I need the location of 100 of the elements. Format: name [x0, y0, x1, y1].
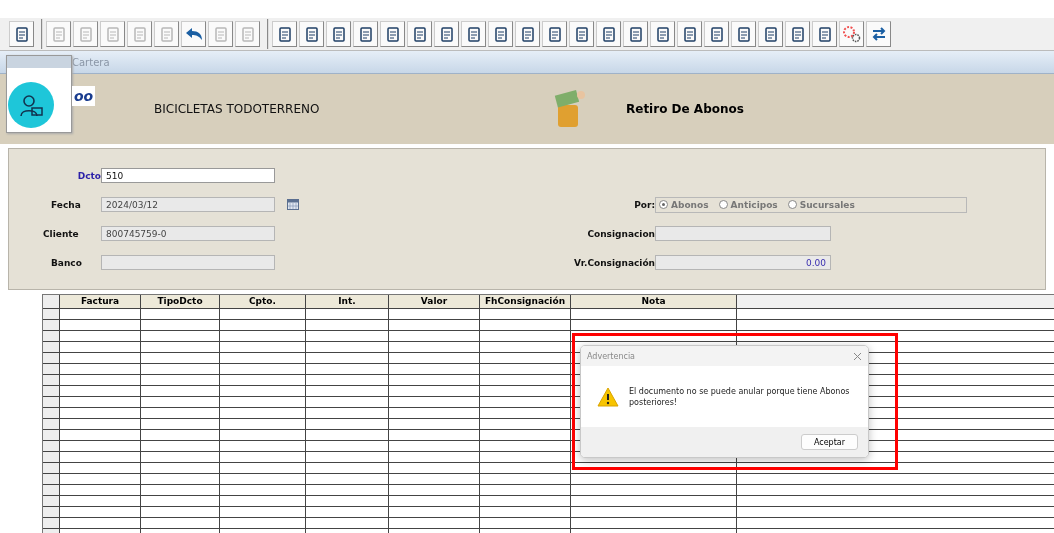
company-name: BICICLETAS TODOTERRENO [154, 102, 321, 116]
field-label: Banco [50, 257, 83, 268]
row-selector-cell[interactable] [43, 386, 60, 396]
row-selector-cell[interactable] [43, 452, 60, 462]
dialog-title: Advertencia [587, 351, 635, 361]
field-label: Cliente [42, 228, 80, 239]
toolbar-button[interactable] [326, 21, 351, 47]
row-selector-cell[interactable] [43, 364, 60, 374]
row-selector-cell[interactable] [43, 353, 60, 363]
toolbar-button[interactable] [731, 21, 756, 47]
row-selector-cell[interactable] [43, 408, 60, 418]
toolbar-button[interactable] [650, 21, 675, 47]
toolbar-button[interactable] [623, 21, 648, 47]
document-icon [467, 26, 480, 42]
row-selector-cell[interactable] [43, 430, 60, 440]
gears-icon [841, 25, 862, 43]
row-selector-cell[interactable] [43, 518, 60, 528]
field-label: Dcto [76, 170, 101, 181]
logo-text: oo [72, 86, 96, 106]
document-icon [737, 26, 750, 42]
document-icon [494, 26, 507, 42]
field-label: Por: [633, 199, 655, 210]
document-icon [818, 26, 831, 42]
document-icon [629, 26, 642, 42]
toolbar-button[interactable] [461, 21, 486, 47]
row-selector-cell[interactable] [43, 375, 60, 385]
undo-arrow-icon [184, 27, 203, 41]
toolbar-button[interactable] [272, 21, 297, 47]
document-icon [278, 26, 291, 42]
toolbar-button[interactable] [181, 21, 206, 47]
column-header: FhConsignación [480, 295, 571, 308]
document-icon [214, 26, 227, 42]
toolbar-button[interactable] [677, 21, 702, 47]
toolbar-button[interactable] [434, 21, 459, 47]
accept-button[interactable]: Aceptar [800, 434, 858, 450]
column-header: Int. [306, 295, 389, 308]
input-field[interactable]: 510 [101, 168, 275, 183]
row-selector-cell[interactable] [43, 463, 60, 473]
document-icon [359, 26, 372, 42]
field-label: Vr.Consignación [572, 257, 655, 268]
form-title: Retiro De Abonos [626, 102, 744, 116]
document-icon [79, 26, 92, 42]
toolbar-button[interactable] [9, 21, 34, 47]
field-label: Consignacion [586, 228, 655, 239]
column-header: Valor [389, 295, 480, 308]
toolbar-button[interactable] [488, 21, 513, 47]
document-icon [602, 26, 615, 42]
toolbar-button[interactable] [515, 21, 540, 47]
column-header: TipoDcto [141, 295, 220, 308]
toolbar-button[interactable] [812, 21, 837, 47]
toolbar-button[interactable] [299, 21, 324, 47]
document-icon [241, 26, 254, 42]
row-selector-cell[interactable] [43, 320, 60, 330]
dialog-message: El documento no se puede anular porque tiene Abonos posteriores! [629, 385, 851, 408]
document-icon [548, 26, 561, 42]
row-selector-cell[interactable] [43, 474, 60, 484]
row-selector-cell[interactable] [43, 441, 60, 451]
toolbar-button[interactable] [380, 21, 405, 47]
row-selector-cell[interactable] [43, 342, 60, 352]
document-icon [656, 26, 669, 42]
document-icon [305, 26, 318, 42]
close-icon[interactable] [853, 351, 862, 361]
column-header: Factura [60, 295, 141, 308]
toolbar-button[interactable] [839, 21, 864, 47]
toolbar-button[interactable] [407, 21, 432, 47]
document-icon [764, 26, 777, 42]
toolbar-button[interactable] [353, 21, 378, 47]
document-icon [575, 26, 588, 42]
document-icon [52, 26, 65, 42]
document-icon [710, 26, 723, 42]
document-icon [521, 26, 534, 42]
toolbar-button[interactable] [866, 21, 891, 47]
row-selector-cell[interactable] [43, 331, 60, 341]
document-icon [413, 26, 426, 42]
toolbar-button[interactable] [704, 21, 729, 47]
document-icon [160, 26, 173, 42]
document-icon [332, 26, 345, 42]
document-icon [440, 26, 453, 42]
column-header: Cpto. [220, 295, 306, 308]
document-icon [386, 26, 399, 42]
warning-icon [597, 386, 619, 407]
row-selector-cell[interactable] [43, 397, 60, 407]
column-header: Nota [571, 295, 737, 308]
document-icon [106, 26, 119, 42]
document-icon [791, 26, 804, 42]
document-icon [15, 26, 28, 42]
row-selector-cell[interactable] [43, 485, 60, 495]
toolbar-button[interactable] [542, 21, 567, 47]
row-selector-cell[interactable] [43, 419, 60, 429]
field-label: Fecha [50, 199, 82, 210]
panel-title-bar [7, 56, 71, 68]
toolbar-button[interactable] [758, 21, 783, 47]
toolbar-button[interactable] [596, 21, 621, 47]
row-selector-cell[interactable] [43, 309, 60, 319]
row-selector-cell[interactable] [43, 496, 60, 506]
document-icon [133, 26, 146, 42]
row-selector-cell[interactable] [43, 507, 60, 517]
document-icon [683, 26, 696, 42]
toolbar-button[interactable] [785, 21, 810, 47]
toolbar-button[interactable] [569, 21, 594, 47]
